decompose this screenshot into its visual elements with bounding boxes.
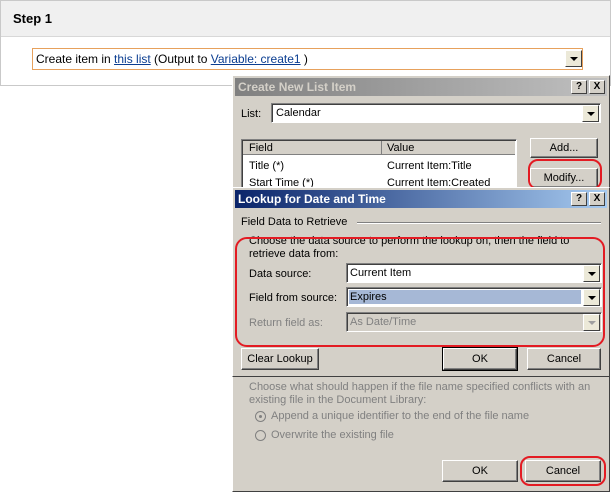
create-ok-button[interactable]: OK [442,460,518,482]
cancel-highlight [520,456,606,486]
overwrite-radio[interactable] [255,430,266,441]
action-prefix: Create item in [36,52,115,66]
clear-lookup-button[interactable]: Clear Lookup [241,348,319,370]
create-dialog-titlebar: Create New List Item ? X [235,78,607,96]
overwrite-radio-label: Overwrite the existing file [271,429,394,441]
lookup-cancel-button[interactable]: Cancel [527,348,601,370]
lookup-highlight [235,237,605,347]
list-label: List: [241,108,262,120]
step-title: Step 1 [13,11,53,26]
group-rule [357,222,601,223]
row-field-title[interactable]: Title (*) [249,160,284,172]
group-label: Field Data to Retrieve [241,216,348,228]
lookup-date-time-dialog: Lookup for Date and Time ? X Field Data … [232,187,610,377]
variable-link[interactable]: Variable: create1 [211,52,301,66]
column-header-field: Field [249,142,273,154]
lookup-ok-button[interactable]: OK [442,347,518,371]
action-suffix: ) [300,52,308,66]
close-button[interactable]: X [589,80,605,94]
list-select[interactable]: Calendar [271,103,601,123]
step-action-row[interactable]: Create item in this list (Output to Vari… [32,48,583,70]
column-divider [381,141,382,155]
add-button[interactable]: Add... [530,138,598,158]
step-action-text: Create item in this list (Output to Vari… [36,52,308,66]
this-list-link[interactable]: this list [114,52,151,66]
column-header-value: Value [387,142,415,154]
step-header: Step 1 [1,1,610,37]
fields-table[interactable]: Field Value Title (*) Current Item:Title… [241,139,517,189]
step-panel: Step 1 Create item in this list (Output … [0,0,611,86]
lookup-close-button[interactable]: X [589,192,605,206]
step-dropdown-button[interactable] [565,50,582,67]
list-dropdown-button[interactable] [582,105,599,122]
help-button[interactable]: ? [571,80,587,94]
conflict-text: Choose what should happen if the file na… [249,381,591,406]
table-header: Field Value [243,141,515,155]
lookup-dialog-titlebar: Lookup for Date and Time ? X [235,190,607,208]
list-select-value: Calendar [276,107,321,119]
action-middle: (Output to [150,52,211,66]
lookup-dialog-title: Lookup for Date and Time [238,192,386,206]
append-radio-label: Append a unique identifier to the end of… [271,410,530,422]
create-dialog-title: Create New List Item [238,80,357,94]
modify-highlight [528,159,602,190]
row-value-title[interactable]: Current Item:Title [387,160,472,172]
append-radio[interactable] [255,411,266,422]
lookup-help-button[interactable]: ? [571,192,587,206]
